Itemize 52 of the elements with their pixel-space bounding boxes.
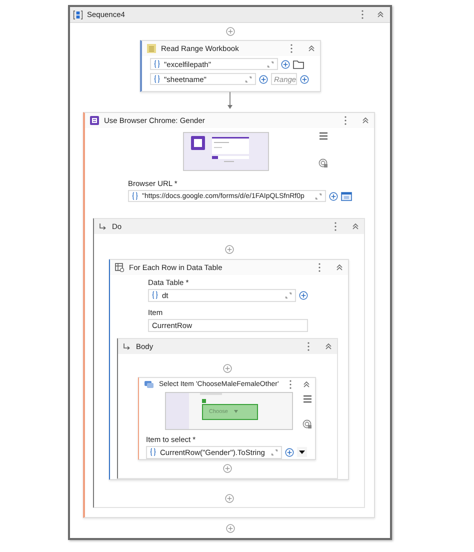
add-activity-icon[interactable]: [223, 464, 232, 473]
collapse-icon[interactable]: [325, 342, 332, 350]
target-indicator-icon[interactable]: [318, 158, 328, 168]
expression-braces-icon: [152, 291, 158, 300]
collapse-icon[interactable]: [308, 45, 315, 52]
more-options-icon[interactable]: [288, 380, 292, 389]
add-activity-icon[interactable]: [224, 494, 234, 503]
add-activity-icon[interactable]: [224, 244, 234, 254]
more-options-icon[interactable]: [361, 10, 364, 19]
add-activity-icon[interactable]: [226, 27, 234, 36]
add-activity-icon[interactable]: [226, 524, 234, 533]
expand-editor-icon[interactable]: [271, 448, 278, 456]
collapse-icon[interactable]: [303, 380, 310, 388]
more-options-icon[interactable]: [344, 116, 347, 125]
dropdown-button-icon[interactable]: [297, 447, 307, 458]
expand-editor-icon[interactable]: [315, 192, 322, 200]
more-options-icon[interactable]: [318, 262, 321, 272]
expression-braces-icon: [154, 75, 160, 83]
add-variable-icon[interactable]: [281, 60, 290, 68]
add-variable-icon[interactable]: [300, 74, 309, 84]
caret-icon: [234, 410, 238, 414]
expand-editor-icon[interactable]: [245, 76, 252, 82]
add-variable-icon[interactable]: [285, 448, 294, 457]
expression-braces-icon: [132, 192, 138, 200]
more-options-icon[interactable]: [290, 44, 293, 53]
collapse-icon[interactable]: [336, 264, 343, 271]
collapse-icon[interactable]: [362, 117, 369, 124]
menu-icon[interactable]: [302, 394, 312, 403]
expression-braces-icon: [154, 60, 160, 68]
more-options-icon[interactable]: [334, 222, 337, 231]
add-variable-icon[interactable]: [329, 192, 338, 200]
more-options-icon[interactable]: [307, 342, 310, 351]
branch-arrow-icon: [99, 223, 107, 230]
browser-window-icon[interactable]: [341, 192, 352, 200]
folder-icon[interactable]: [293, 60, 304, 68]
collapse-icon[interactable]: [377, 11, 384, 18]
spreadsheet-icon: [147, 44, 156, 53]
add-variable-icon[interactable]: [299, 290, 308, 300]
add-activity-icon[interactable]: [223, 364, 232, 373]
branch-arrow-icon: [123, 342, 131, 350]
expression-braces-icon: [150, 448, 156, 456]
table-loop-icon: [115, 262, 124, 272]
sequence-icon: [73, 10, 83, 20]
browser-icon: [90, 116, 99, 125]
collapse-icon[interactable]: [352, 223, 359, 230]
select-item-icon: [144, 380, 154, 389]
expand-editor-icon[interactable]: [267, 60, 274, 68]
add-variable-icon[interactable]: [259, 74, 268, 84]
menu-icon[interactable]: [318, 132, 328, 140]
expand-editor-icon[interactable]: [285, 292, 292, 299]
flow-arrow: [227, 92, 233, 110]
target-indicator-icon[interactable]: [302, 418, 312, 429]
